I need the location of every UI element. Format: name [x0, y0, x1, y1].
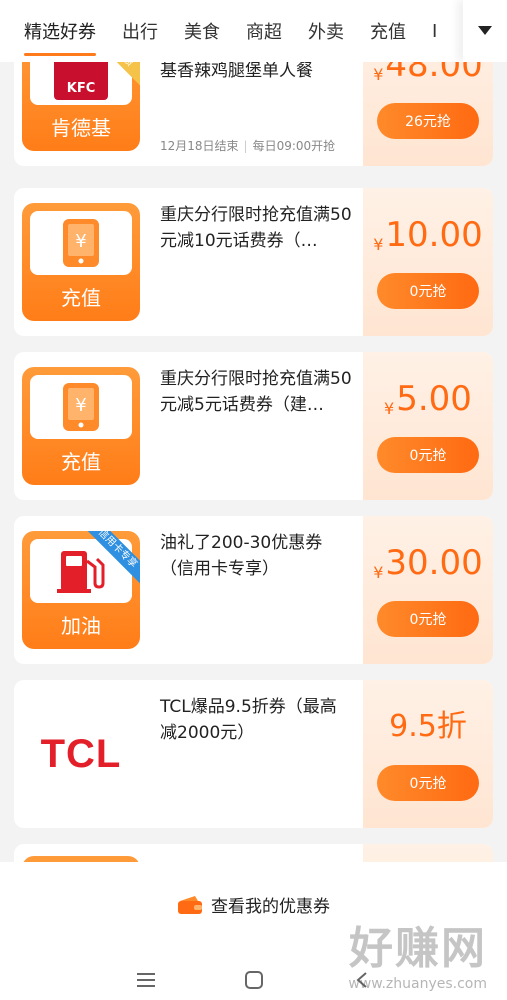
coupon-logo-label: 充值	[61, 286, 101, 310]
coupon-logo-label: 加油	[61, 614, 101, 638]
tab-supermarket[interactable]: 商超	[246, 18, 282, 44]
recharge-badge: ¥ 充值	[22, 203, 140, 321]
kfc-logo-text: KFC	[66, 81, 96, 96]
coupon-info	[148, 844, 363, 862]
meta-divider: |	[243, 139, 248, 153]
watermark-main: 好赚网	[349, 923, 487, 974]
coupon-price-panel: ¥30.00 0元抢	[363, 516, 493, 664]
tcl-logo: TCL	[40, 731, 122, 776]
kfc-badge: KFC 超值回馈 肯德基	[22, 62, 140, 151]
coupon-card-kfc[interactable]: KFC 超值回馈 肯德基 【品牌聚惠】26元购肯德基香辣鸡腿堡单人餐 12月18…	[14, 62, 493, 166]
category-tabs: 精选好券 出行 美食 商超 外卖 充值 I	[0, 0, 507, 62]
yen-symbol: ¥	[384, 399, 395, 418]
coupon-amount: ¥5.00	[384, 379, 472, 419]
kfc-logo-frame: KFC	[30, 62, 132, 105]
amount-value: 30.00	[385, 543, 483, 583]
coupon-info: 重庆分行限时抢充值满50元减10元话费券（…	[148, 188, 363, 336]
coupon-title: TCL爆品9.5折券（最高减2000元）	[160, 697, 337, 743]
coupon-logo: 信用卡专享 加油	[14, 516, 148, 664]
coupon-card-fuel[interactable]: 信用卡专享 加油 油礼了200-30优惠券（信用卡专享） ¥30.00 0元抢	[14, 516, 493, 664]
coupon-wallet-icon	[178, 895, 202, 914]
coupon-price-panel: 9.5折 0元抢	[363, 680, 493, 828]
coupon-logo-label: 肯德基	[51, 116, 111, 140]
coupon-info: 油礼了200-30优惠券（信用卡专享）	[148, 516, 363, 664]
coupon-amount: ¥30.00	[373, 543, 483, 583]
amount-value: 10.00	[385, 215, 483, 255]
coupon-info: 【品牌聚惠】26元购肯德基香辣鸡腿堡单人餐 12月18日结束 | 每日09:00开抢	[148, 62, 363, 166]
grab-button[interactable]: 26元抢	[377, 103, 479, 139]
grab-button[interactable]: 0元抢	[377, 273, 479, 309]
coupon-meta: 12月18日结束 | 每日09:00开抢	[160, 137, 335, 154]
coupon-price-panel	[363, 844, 493, 862]
recharge-logo-frame: ¥	[30, 375, 132, 439]
watermark: 好赚网 www.zhuanyes.com	[348, 912, 487, 992]
coupon-logo	[14, 844, 148, 862]
coupon-list[interactable]: KFC 超值回馈 肯德基 【品牌聚惠】26元购肯德基香辣鸡腿堡单人餐 12月18…	[14, 62, 493, 862]
grab-button[interactable]: 0元抢	[377, 601, 479, 637]
coupon-end-date: 12月18日结束	[160, 139, 239, 153]
coupon-title: 【品牌聚惠】26元购肯德基香辣鸡腿堡单人餐	[160, 62, 313, 81]
grab-button[interactable]: 0元抢	[377, 765, 479, 801]
coupon-card-recharge-5[interactable]: ¥ 充值 重庆分行限时抢充值满50元减5元话费券（建… ¥5.00 0元抢	[14, 352, 493, 500]
fuel-badge: 信用卡专享 加油	[22, 531, 140, 649]
coupon-amount: 9.5折	[389, 707, 467, 747]
grab-button[interactable]: 0元抢	[377, 437, 479, 473]
phone-yen-icon: ¥	[63, 383, 99, 431]
coupon-card-tcl[interactable]: TCL TCL爆品9.5折券（最高减2000元） 9.5折 0元抢	[14, 680, 493, 828]
yen-symbol: ¥	[373, 65, 384, 84]
kfc-logo-icon: KFC	[54, 62, 108, 100]
yen-symbol: ¥	[373, 563, 384, 582]
coupon-price-panel: ¥48.00 26元抢	[363, 62, 493, 166]
coupon-logo: KFC 超值回馈 肯德基	[14, 62, 148, 166]
coupon-card-recharge-10[interactable]: ¥ 充值 重庆分行限时抢充值满50元减10元话费券（… ¥10.00 0元抢	[14, 188, 493, 336]
tab-more-partial[interactable]: I	[432, 21, 437, 42]
coupon-info: TCL爆品9.5折券（最高减2000元）	[148, 680, 363, 828]
coupon-info: 重庆分行限时抢充值满50元减5元话费券（建…	[148, 352, 363, 500]
bottom-bar: 查看我的优惠券 好赚网 www.zhuanyes.com	[0, 862, 507, 1000]
amount-value: 48.00	[385, 62, 483, 85]
chevron-down-icon	[478, 26, 492, 35]
coupon-start-time: 每日09:00开抢	[252, 139, 336, 153]
svg-text:¥: ¥	[75, 231, 86, 252]
tab-expand-button[interactable]	[463, 0, 507, 62]
fuel-pump-icon	[57, 551, 105, 593]
recharge-logo-frame: ¥	[30, 211, 132, 275]
coupon-title: 重庆分行限时抢充值满50元减10元话费券（…	[160, 205, 352, 251]
tab-delivery[interactable]: 外卖	[308, 18, 344, 44]
menu-icon[interactable]	[136, 973, 155, 987]
coupon-title: 重庆分行限时抢充值满50元减5元话费券（建…	[160, 369, 352, 415]
coupon-price-panel: ¥10.00 0元抢	[363, 188, 493, 336]
tab-recharge[interactable]: 充值	[370, 18, 406, 44]
yen-symbol: ¥	[373, 235, 384, 254]
phone-yen-icon: ¥	[63, 219, 99, 267]
amount-value: 9.5折	[389, 709, 467, 744]
tab-travel[interactable]: 出行	[122, 18, 158, 44]
coupon-logo: TCL	[14, 680, 148, 828]
watermark-sub: www.zhuanyes.com	[348, 976, 487, 992]
recharge-badge: ¥ 充值	[22, 367, 140, 485]
coupon-amount: ¥10.00	[373, 215, 483, 255]
coupon-amount: ¥48.00	[373, 62, 483, 85]
coupon-logo: ¥ 充值	[14, 352, 148, 500]
my-coupons-label: 查看我的优惠券	[211, 897, 330, 917]
coupon-logo: ¥ 充值	[14, 188, 148, 336]
tab-featured[interactable]: 精选好券	[24, 18, 96, 56]
coupon-price-panel: ¥5.00 0元抢	[363, 352, 493, 500]
amount-value: 5.00	[396, 379, 472, 419]
coupon-card-partial[interactable]	[14, 844, 493, 862]
coupon-logo-label: 充值	[61, 450, 101, 474]
tab-food[interactable]: 美食	[184, 18, 220, 44]
home-icon[interactable]	[244, 971, 263, 989]
coupon-title: 油礼了200-30优惠券（信用卡专享）	[160, 533, 323, 579]
svg-text:¥: ¥	[75, 395, 86, 416]
